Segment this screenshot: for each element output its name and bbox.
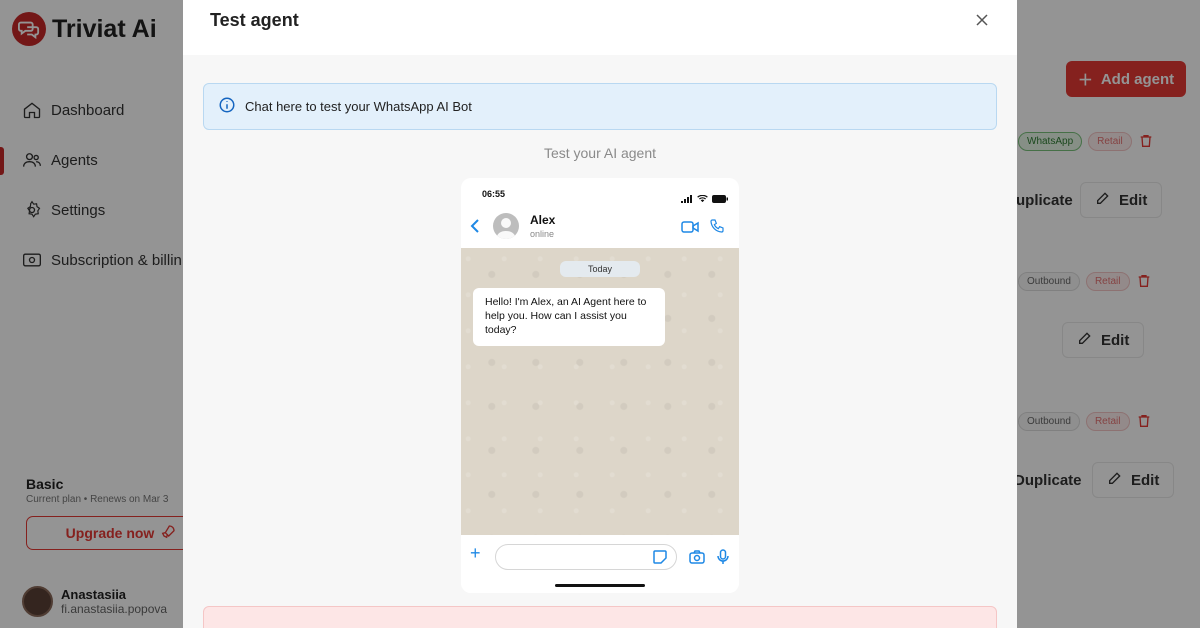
video-call-icon[interactable]	[681, 220, 699, 239]
info-icon	[218, 96, 236, 117]
contact-name: Alex	[530, 213, 556, 227]
sticker-icon[interactable]	[653, 550, 667, 569]
status-icons	[681, 190, 728, 208]
contact-avatar-icon	[493, 213, 519, 239]
modal-header: Test agent	[183, 0, 1017, 55]
message-input[interactable]	[495, 544, 677, 570]
home-indicator	[555, 584, 645, 587]
incoming-message: Hello! I'm Alex, an AI Agent here to hel…	[473, 288, 665, 346]
test-agent-modal: Test agent Chat here to test your WhatsA…	[183, 0, 1017, 628]
signal-icon	[681, 190, 693, 208]
microphone-icon[interactable]	[717, 549, 729, 570]
info-banner: Chat here to test your WhatsApp AI Bot	[203, 83, 997, 130]
phone-preview: 06:55 Alex online Today Hello! I'm Alex,…	[461, 178, 739, 593]
contact-status: online	[530, 229, 555, 239]
chat-area: Today Hello! I'm Alex, an AI Agent here …	[461, 248, 739, 535]
message-composer: +	[461, 535, 739, 593]
plus-icon[interactable]: +	[470, 543, 481, 564]
phone-call-icon[interactable]	[709, 218, 725, 239]
date-chip: Today	[560, 261, 640, 277]
info-text: Chat here to test your WhatsApp AI Bot	[245, 99, 472, 114]
camera-icon[interactable]	[689, 550, 705, 569]
close-icon[interactable]	[973, 11, 991, 29]
back-chevron-icon[interactable]	[469, 216, 483, 236]
status-time: 06:55	[482, 189, 506, 199]
test-subtitle: Test your AI agent	[543, 145, 657, 161]
warning-banner	[203, 606, 997, 628]
modal-title: Test agent	[210, 10, 299, 30]
chat-header: Alex online	[461, 208, 739, 248]
wifi-icon	[697, 190, 708, 208]
battery-icon	[712, 190, 728, 208]
